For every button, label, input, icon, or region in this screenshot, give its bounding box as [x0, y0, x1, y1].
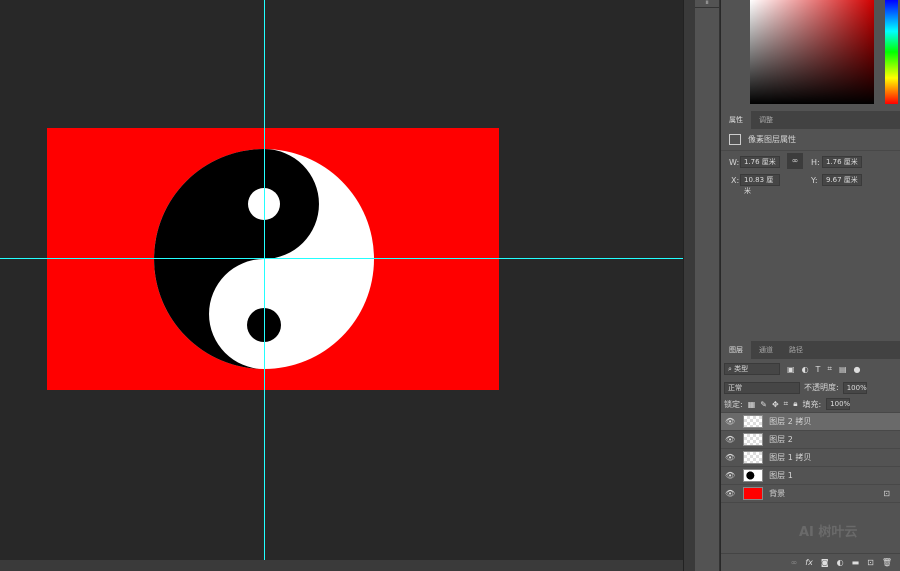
eye-icon[interactable]: 👁︎: [725, 453, 735, 462]
horizontal-scrollbar[interactable]: [0, 560, 683, 571]
link-icon[interactable]: ∞: [787, 153, 803, 169]
lock-artboard-icon[interactable]: ⌗: [784, 399, 789, 409]
layer-row[interactable]: 👁︎ 图层 2: [721, 431, 900, 449]
hue-slider[interactable]: [885, 0, 898, 104]
y-label: Y:: [811, 176, 818, 185]
collapsed-panel-strip: ıı: [695, 0, 720, 571]
eye-icon[interactable]: 👁︎: [725, 417, 735, 426]
layer-thumbnail: [743, 451, 764, 464]
layer-row[interactable]: 👁︎ 图层 1 拷贝: [721, 449, 900, 467]
link-layers-icon[interactable]: ∞: [791, 558, 798, 567]
group-folder-icon[interactable]: ▬: [852, 558, 860, 567]
vertical-scrollbar[interactable]: [683, 0, 695, 571]
lock-all-icon[interactable]: 🔒︎: [793, 399, 797, 409]
lock-icon: ⊡: [883, 489, 890, 498]
fill-input[interactable]: 100%: [826, 398, 850, 410]
layer-row[interactable]: 👁︎ 图层 1: [721, 467, 900, 485]
image-icon: [729, 134, 741, 145]
width-input[interactable]: 1.76 厘米: [740, 156, 780, 168]
layer-thumbnail: [743, 487, 764, 500]
w-label: W:: [729, 158, 740, 167]
document-canvas[interactable]: [47, 128, 499, 390]
opacity-label: 不透明度:: [804, 383, 839, 392]
lock-transparency-icon[interactable]: ▦: [748, 400, 756, 409]
tab-adjustments[interactable]: 调整: [751, 111, 781, 129]
lock-label: 锁定:: [724, 399, 743, 409]
filter-value: 类型: [734, 365, 749, 373]
layer-name[interactable]: 图层 2 拷贝: [769, 416, 811, 427]
eye-icon[interactable]: 👁︎: [725, 489, 735, 498]
shape-filter-icon[interactable]: ⌗: [827, 364, 832, 374]
watermark: AI 树叶云: [799, 525, 858, 540]
color-picker-field[interactable]: [750, 0, 874, 104]
layer-name[interactable]: 图层 1: [769, 470, 793, 481]
filter-toggle-icon[interactable]: ●: [854, 365, 861, 374]
vertical-guide[interactable]: [264, 0, 265, 560]
layer-thumbnail: [743, 433, 764, 446]
blend-mode-select[interactable]: 正常: [724, 381, 800, 394]
tab-layers[interactable]: 图层: [721, 341, 751, 359]
fx-icon[interactable]: fx: [805, 558, 813, 567]
layer-name[interactable]: 背景: [769, 488, 785, 499]
lock-paint-icon[interactable]: ✎: [760, 400, 767, 409]
tab-paths[interactable]: 路径: [781, 341, 811, 359]
canvas-area[interactable]: [0, 0, 683, 571]
properties-title: 像素图层属性: [748, 135, 796, 144]
x-input[interactable]: 10.83 厘米: [740, 174, 780, 195]
adjustment-filter-icon[interactable]: ◐: [802, 365, 809, 374]
horizontal-guide[interactable]: [0, 258, 683, 259]
tab-channels[interactable]: 通道: [751, 341, 781, 359]
tab-properties[interactable]: 属性: [721, 111, 751, 129]
eye-icon[interactable]: 👁︎: [725, 435, 735, 444]
collapse-icon[interactable]: ıı: [695, 0, 719, 8]
layer-name[interactable]: 图层 2: [769, 434, 793, 445]
eye-icon[interactable]: 👁︎: [725, 471, 735, 480]
type-filter-icon[interactable]: T: [816, 365, 821, 374]
opacity-input[interactable]: 100%: [842, 381, 867, 394]
adjustment-layer-icon[interactable]: ◐: [837, 558, 844, 567]
lock-move-icon[interactable]: ✥: [772, 400, 779, 409]
height-input[interactable]: 1.76 厘米: [822, 156, 862, 168]
layer-list: 👁︎ 图层 2 拷贝 👁︎ 图层 2 👁︎ 图层 1 拷贝 👁︎ 图层 1 👁︎ 背景 ⊡: [721, 413, 900, 503]
right-panel: 属性 调整 像素图层属性 W: 1.76 厘米 ∞ H: 1.76 厘米 X: …: [721, 0, 900, 571]
y-input[interactable]: 9.67 厘米: [822, 174, 862, 186]
smart-filter-icon[interactable]: ▤: [839, 365, 847, 374]
layer-row[interactable]: 👁︎ 图层 2 拷贝: [721, 413, 900, 431]
layer-thumbnail: [743, 415, 764, 428]
layer-thumbnail: [743, 469, 764, 482]
fill-label: 填充:: [802, 399, 822, 409]
pixel-filter-icon[interactable]: ▣: [787, 365, 795, 374]
layer-filter-select[interactable]: ⌕ 类型: [724, 363, 780, 375]
layer-name[interactable]: 图层 1 拷贝: [769, 452, 811, 463]
new-layer-icon[interactable]: ⊡: [867, 558, 874, 567]
x-label: X:: [731, 176, 740, 185]
layer-row[interactable]: 👁︎ 背景 ⊡: [721, 485, 900, 503]
mask-icon[interactable]: ◙: [821, 558, 829, 567]
trash-icon[interactable]: 🗑︎: [882, 558, 892, 567]
h-label: H:: [811, 158, 820, 167]
